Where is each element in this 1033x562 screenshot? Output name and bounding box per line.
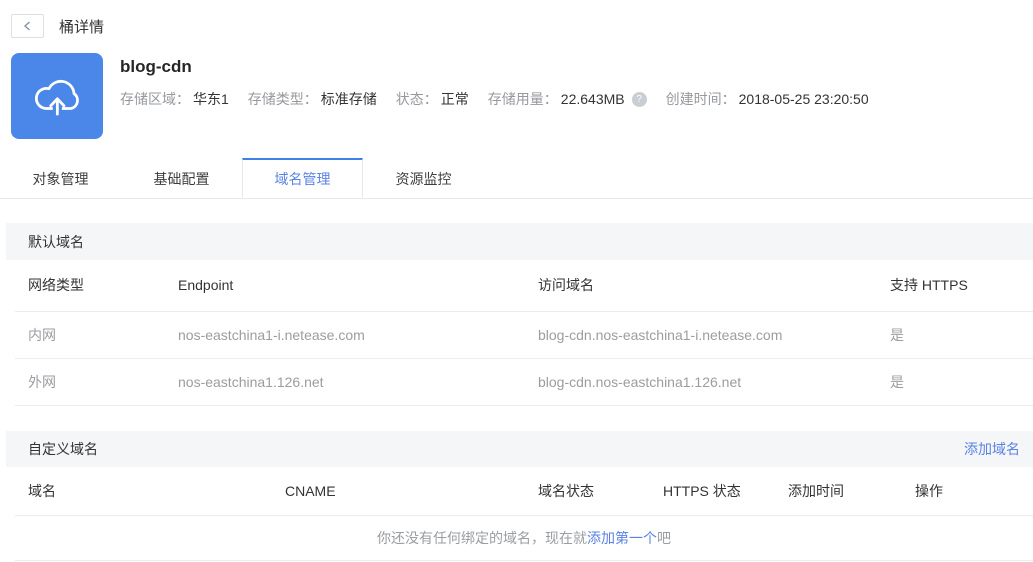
meta-storage-type-label: 存储类型： <box>247 91 318 107</box>
cell-network-type: 外网 <box>15 358 165 406</box>
meta-region-value: 华东1 <box>193 91 229 107</box>
tab-object-management[interactable]: 对象管理 <box>0 158 121 198</box>
column-header-network-type: 网络类型 <box>15 260 165 312</box>
default-domains-table: 网络类型 Endpoint 访问域名 支持 HTTPS 内网 nos-eastc… <box>15 260 1033 406</box>
meta-usage-label: 存储用量： <box>487 91 558 107</box>
column-header-https-status: HTTPS 状态 <box>650 466 775 516</box>
cell-access-domain: blog-cdn.nos-eastchina1.126.net <box>525 358 877 406</box>
custom-domains-header-row: 域名 CNAME 域名状态 HTTPS 状态 添加时间 操作 <box>15 466 1033 516</box>
empty-state: 你还没有任何绑定的域名，现在就添加第一个吧 <box>15 515 1033 561</box>
meta-storage-type: 存储类型： 标准存储 <box>248 89 377 109</box>
bucket-header: blog-cdn 存储区域： 华东1 存储类型： 标准存储 状态： 正常 存储用… <box>11 53 1033 139</box>
custom-domains-table: 域名 CNAME 域名状态 HTTPS 状态 添加时间 操作 你还没有任何绑定的… <box>15 466 1033 561</box>
cell-https-support: 是 <box>877 358 1033 406</box>
default-domains-header-row: 网络类型 Endpoint 访问域名 支持 HTTPS <box>15 260 1033 312</box>
add-domain-link[interactable]: 添加域名 <box>964 439 1020 459</box>
column-header-access-domain: 访问域名 <box>525 260 877 312</box>
chevron-left-icon <box>23 21 30 31</box>
tab-domain-management[interactable]: 域名管理 <box>242 158 363 198</box>
meta-created-value: 2018-05-25 23:20:50 <box>738 91 869 107</box>
tab-resource-monitor[interactable]: 资源监控 <box>363 158 484 198</box>
topbar: 桶详情 <box>0 0 1033 38</box>
meta-status-label: 状态： <box>395 91 438 107</box>
column-header-domain: 域名 <box>15 466 272 516</box>
meta-status: 状态： 正常 <box>396 89 469 109</box>
meta-usage-value: 22.643MB <box>560 91 625 107</box>
column-header-cname: CNAME <box>272 466 525 516</box>
column-header-endpoint: Endpoint <box>165 260 525 312</box>
empty-state-text: 你还没有任何绑定的域名，现在就 <box>377 530 587 546</box>
cell-https-support: 是 <box>877 311 1033 359</box>
empty-state-row: 你还没有任何绑定的域名，现在就添加第一个吧 <box>15 515 1033 561</box>
custom-domains-section-bar: 自定义域名 添加域名 <box>6 430 1033 467</box>
meta-created: 创建时间： 2018-05-25 23:20:50 <box>666 89 869 109</box>
page-title: 桶详情 <box>59 18 105 36</box>
meta-region: 存储区域： 华东1 <box>120 89 229 109</box>
default-domains-section-title: 默认域名 <box>28 233 84 250</box>
meta-status-value: 正常 <box>440 91 469 107</box>
bucket-name: blog-cdn <box>120 57 192 76</box>
cell-endpoint: nos-eastchina1.126.net <box>165 358 525 406</box>
tab-basic-config[interactable]: 基础配置 <box>121 158 242 198</box>
column-header-add-time: 添加时间 <box>775 466 902 516</box>
cloud-upload-icon <box>11 53 103 139</box>
meta-usage: 存储用量： 22.643MB ? <box>488 89 647 109</box>
tab-bar: 对象管理 基础配置 域名管理 资源监控 <box>0 158 1033 199</box>
cell-network-type: 内网 <box>15 311 165 359</box>
column-header-domain-status: 域名状态 <box>525 466 650 516</box>
cell-endpoint: nos-eastchina1-i.netease.com <box>165 311 525 359</box>
table-row-intranet: 内网 nos-eastchina1-i.netease.com blog-cdn… <box>15 311 1033 359</box>
meta-region-label: 存储区域： <box>120 91 190 107</box>
column-header-actions: 操作 <box>902 466 1033 516</box>
meta-storage-type-value: 标准存储 <box>320 91 377 107</box>
meta-created-label: 创建时间： <box>665 91 736 107</box>
bucket-meta: 存储区域： 华东1 存储类型： 标准存储 状态： 正常 存储用量： 22.643… <box>120 89 888 109</box>
back-button[interactable] <box>11 14 44 38</box>
help-icon[interactable]: ? <box>631 91 647 107</box>
cell-access-domain: blog-cdn.nos-eastchina1-i.netease.com <box>525 311 877 359</box>
column-header-https-support: 支持 HTTPS <box>877 260 1033 312</box>
table-row-internet: 外网 nos-eastchina1.126.net blog-cdn.nos-e… <box>15 358 1033 406</box>
add-first-domain-link[interactable]: 添加第一个 <box>587 530 657 546</box>
default-domains-section-bar: 默认域名 <box>6 223 1033 260</box>
empty-state-suffix: 吧 <box>657 530 671 546</box>
custom-domains-section-title: 自定义域名 <box>28 440 98 457</box>
